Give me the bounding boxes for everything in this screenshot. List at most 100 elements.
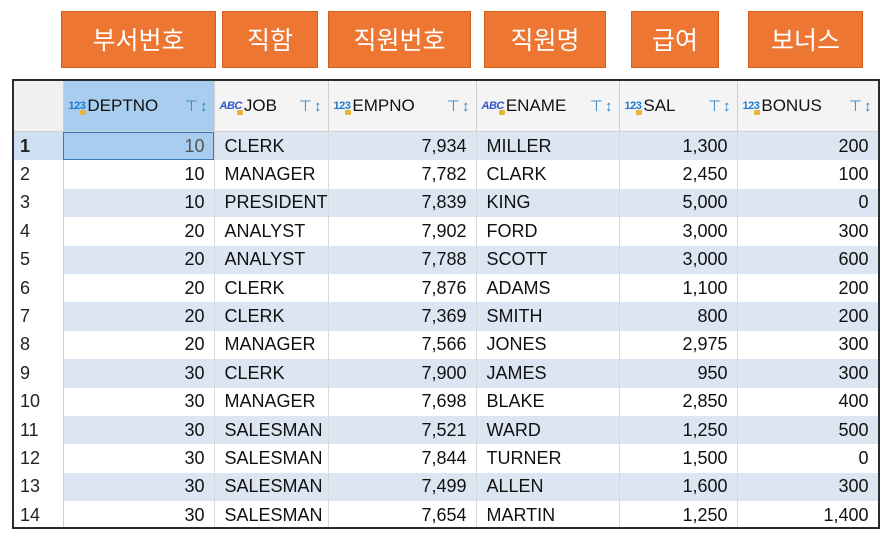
cell-job[interactable]: SALESMAN (214, 415, 329, 445)
cell-deptno[interactable]: 30 (63, 472, 215, 502)
table-row[interactable]: 6 20 CLERK 7,876 ADAMS 1,100 200 (14, 273, 878, 303)
cell-bonus[interactable]: 100 (737, 160, 878, 189)
cell-bonus[interactable]: 300 (737, 359, 878, 388)
cell-empno[interactable]: 7,876 (328, 273, 477, 303)
cell-job[interactable]: MANAGER (214, 160, 329, 189)
cell-empno[interactable]: 7,934 (328, 131, 477, 161)
cell-ename[interactable]: MARTIN (476, 501, 620, 527)
filter-icon[interactable]: ⊤ (447, 97, 460, 115)
column-header-ename[interactable]: ABC ENAME ⊤ ↕ (476, 81, 620, 132)
table-row[interactable]: 5 20 ANALYST 7,788 SCOTT 3,000 600 (14, 245, 878, 274)
cell-bonus[interactable]: 400 (737, 387, 878, 416)
cell-job[interactable]: SALESMAN (214, 444, 329, 473)
table-row[interactable]: 9 30 CLERK 7,900 JAMES 950 300 (14, 359, 878, 388)
sort-icon[interactable]: ↕ (864, 98, 872, 115)
cell-sal[interactable]: 1,300 (619, 131, 738, 161)
cell-sal[interactable]: 3,000 (619, 245, 738, 274)
cell-empno[interactable]: 7,499 (328, 472, 477, 502)
cell-job[interactable]: ANALYST (214, 217, 329, 246)
table-row[interactable]: 2 10 MANAGER 7,782 CLARK 2,450 100 (14, 160, 878, 189)
row-number-header[interactable] (14, 81, 64, 132)
row-number[interactable]: 7 (14, 302, 64, 331)
cell-empno[interactable]: 7,782 (328, 160, 477, 189)
row-number[interactable]: 12 (14, 444, 64, 473)
filter-icon[interactable]: ⊤ (849, 97, 862, 115)
cell-deptno[interactable]: 30 (63, 444, 215, 473)
cell-deptno[interactable]: 30 (63, 501, 215, 527)
table-row[interactable]: 12 30 SALESMAN 7,844 TURNER 1,500 0 (14, 444, 878, 473)
cell-bonus[interactable]: 1,400 (737, 501, 878, 527)
cell-sal[interactable]: 2,450 (619, 160, 738, 189)
cell-ename[interactable]: SCOTT (476, 245, 620, 274)
cell-job[interactable]: CLERK (214, 359, 329, 388)
cell-bonus[interactable]: 200 (737, 131, 878, 161)
cell-empno[interactable]: 7,788 (328, 245, 477, 274)
result-grid[interactable]: 123 DEPTNO ⊤ ↕ ABC JOB ⊤ ↕ 123 EMPNO ⊤ ↕… (12, 79, 880, 529)
cell-ename[interactable]: TURNER (476, 444, 620, 473)
cell-ename[interactable]: SMITH (476, 302, 620, 331)
cell-bonus[interactable]: 0 (737, 188, 878, 218)
cell-sal[interactable]: 2,975 (619, 330, 738, 360)
cell-job[interactable]: CLERK (214, 131, 329, 161)
cell-job[interactable]: SALESMAN (214, 501, 329, 527)
cell-job[interactable]: ANALYST (214, 245, 329, 274)
cell-ename[interactable]: WARD (476, 415, 620, 445)
cell-empno[interactable]: 7,654 (328, 501, 477, 527)
row-number[interactable]: 9 (14, 359, 64, 388)
sort-icon[interactable]: ↕ (723, 98, 731, 115)
table-row[interactable]: 11 30 SALESMAN 7,521 WARD 1,250 500 (14, 415, 878, 445)
cell-bonus[interactable]: 300 (737, 330, 878, 360)
table-row[interactable]: 1 10 CLERK 7,934 MILLER 1,300 200 (14, 131, 878, 161)
cell-job[interactable]: SALESMAN (214, 472, 329, 502)
cell-empno[interactable]: 7,369 (328, 302, 477, 331)
sort-icon[interactable]: ↕ (200, 98, 208, 115)
cell-ename[interactable]: CLARK (476, 160, 620, 189)
cell-ename[interactable]: BLAKE (476, 387, 620, 416)
cell-ename[interactable]: JONES (476, 330, 620, 360)
cell-deptno[interactable]: 10 (63, 188, 215, 218)
cell-empno[interactable]: 7,844 (328, 444, 477, 473)
cell-ename[interactable]: ALLEN (476, 472, 620, 502)
cell-sal[interactable]: 1,250 (619, 501, 738, 527)
cell-job[interactable]: MANAGER (214, 330, 329, 360)
table-row[interactable]: 7 20 CLERK 7,369 SMITH 800 200 (14, 302, 878, 331)
cell-empno[interactable]: 7,839 (328, 188, 477, 218)
cell-sal[interactable]: 1,500 (619, 444, 738, 473)
cell-empno[interactable]: 7,902 (328, 217, 477, 246)
row-number[interactable]: 11 (14, 415, 64, 445)
sort-icon[interactable]: ↕ (462, 98, 470, 115)
cell-bonus[interactable]: 0 (737, 444, 878, 473)
row-number[interactable]: 10 (14, 387, 64, 416)
table-row[interactable]: 14 30 SALESMAN 7,654 MARTIN 1,250 1,400 (14, 501, 878, 527)
cell-bonus[interactable]: 500 (737, 415, 878, 445)
row-number[interactable]: 14 (14, 501, 64, 527)
column-header-empno[interactable]: 123 EMPNO ⊤ ↕ (328, 81, 477, 132)
cell-deptno[interactable]: 20 (63, 273, 215, 303)
cell-ename[interactable]: FORD (476, 217, 620, 246)
row-number[interactable]: 3 (14, 188, 64, 218)
cell-bonus[interactable]: 600 (737, 245, 878, 274)
cell-bonus[interactable]: 200 (737, 273, 878, 303)
cell-empno[interactable]: 7,698 (328, 387, 477, 416)
sort-icon[interactable]: ↕ (314, 98, 322, 115)
cell-deptno[interactable]: 20 (63, 330, 215, 360)
table-row[interactable]: 10 30 MANAGER 7,698 BLAKE 2,850 400 (14, 387, 878, 416)
cell-job[interactable]: CLERK (214, 302, 329, 331)
column-header-sal[interactable]: 123 SAL ⊤ ↕ (619, 81, 738, 132)
cell-job[interactable]: MANAGER (214, 387, 329, 416)
cell-sal[interactable]: 5,000 (619, 188, 738, 218)
cell-deptno[interactable]: 10 (63, 131, 215, 161)
cell-sal[interactable]: 2,850 (619, 387, 738, 416)
filter-icon[interactable]: ⊤ (590, 97, 603, 115)
column-header-bonus[interactable]: 123 BONUS ⊤ ↕ (737, 81, 878, 132)
table-row[interactable]: 3 10 PRESIDENT 7,839 KING 5,000 0 (14, 188, 878, 218)
row-number[interactable]: 13 (14, 472, 64, 502)
row-number[interactable]: 6 (14, 273, 64, 303)
cell-empno[interactable]: 7,521 (328, 415, 477, 445)
cell-deptno[interactable]: 10 (63, 160, 215, 189)
row-number[interactable]: 8 (14, 330, 64, 360)
cell-ename[interactable]: KING (476, 188, 620, 218)
cell-job[interactable]: CLERK (214, 273, 329, 303)
sort-icon[interactable]: ↕ (605, 98, 613, 115)
row-number[interactable]: 5 (14, 245, 64, 274)
